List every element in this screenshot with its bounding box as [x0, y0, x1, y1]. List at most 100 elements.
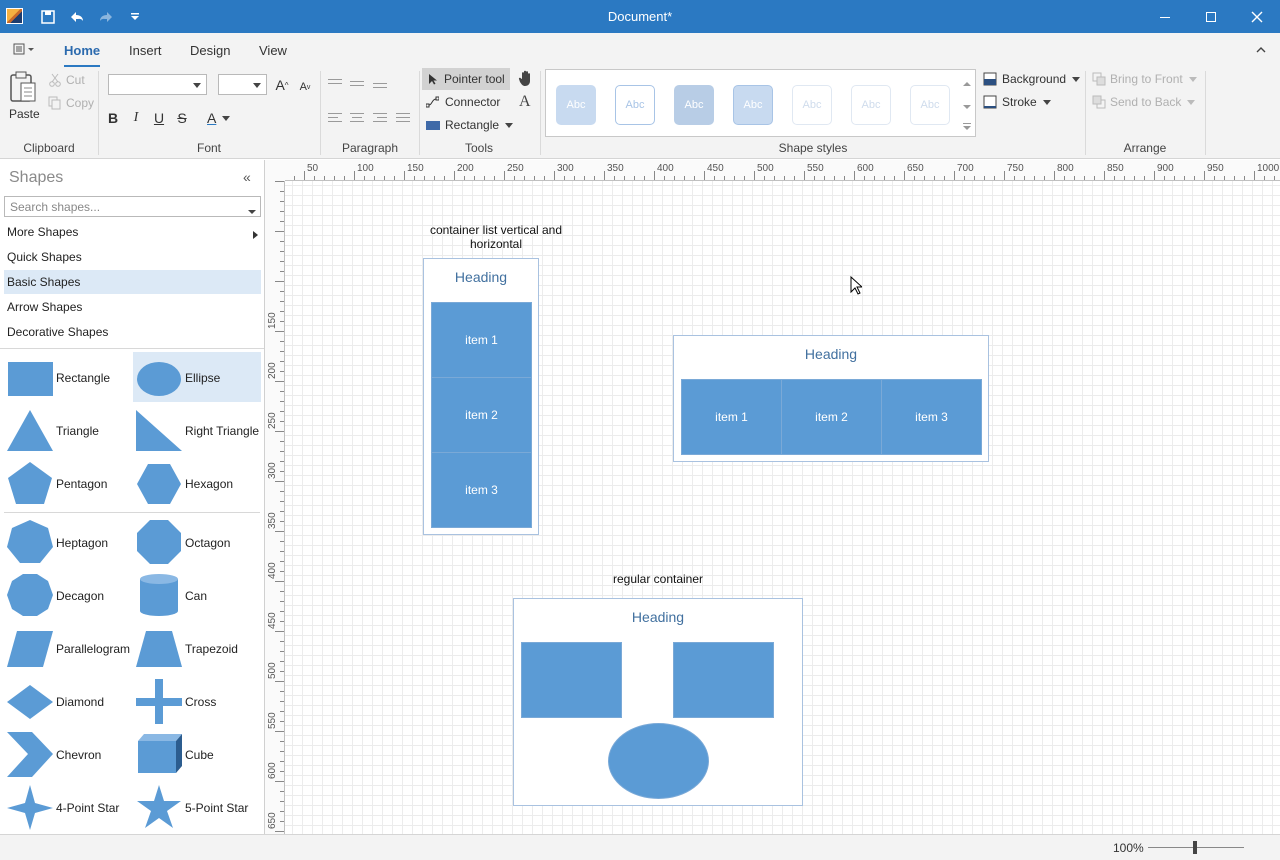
shape-style-swatch[interactable]: Abc [910, 85, 950, 125]
shape-decagon[interactable]: Decagon [4, 570, 132, 620]
list-item[interactable]: item 2 [431, 377, 532, 453]
shape-hexagon[interactable]: Hexagon [133, 458, 261, 508]
vertical-list-container[interactable]: Heading item 1 item 2 item 3 [423, 258, 539, 535]
category-quick-shapes[interactable]: Quick Shapes [4, 245, 261, 269]
shape-triangle[interactable]: Triangle [4, 405, 132, 455]
shape-can[interactable]: Can [133, 570, 261, 620]
close-button[interactable] [1234, 0, 1280, 33]
ruler-label: 600 [267, 762, 278, 779]
list-item[interactable]: item 3 [431, 452, 532, 528]
align-center-icon[interactable] [350, 113, 364, 123]
font-size-combo[interactable] [218, 74, 267, 95]
rectangle-tool-button[interactable]: Rectangle [426, 118, 514, 132]
regular-container[interactable]: Heading [513, 598, 803, 806]
bring-to-front-icon [1092, 72, 1106, 86]
align-top-icon[interactable] [328, 79, 342, 89]
align-right-icon[interactable] [373, 113, 387, 123]
list-item[interactable]: item 1 [681, 379, 782, 455]
ellipse-shape[interactable] [608, 723, 709, 799]
pointer-icon [429, 74, 437, 85]
shrink-font-icon[interactable]: Av [297, 79, 313, 95]
ruler-label: 1000 [1257, 163, 1280, 174]
bring-to-front-button[interactable]: Bring to Front [1092, 72, 1197, 86]
shape-parallelogram[interactable]: Parallelogram [4, 623, 132, 673]
shape-cube[interactable]: Cube [133, 729, 261, 779]
maximize-button[interactable] [1188, 0, 1234, 33]
ruler-label: 650 [267, 812, 278, 829]
shape-octagon[interactable]: Octagon [133, 517, 261, 567]
cut-button[interactable]: Cut [48, 73, 85, 87]
font-color-icon: A [207, 110, 217, 126]
rectangle-shape[interactable] [673, 642, 774, 718]
shape-chevron[interactable]: Chevron [4, 729, 132, 779]
list-item[interactable]: item 2 [781, 379, 882, 455]
stroke-icon [983, 95, 997, 109]
category-basic-shapes[interactable]: Basic Shapes [4, 270, 261, 294]
font-color-button[interactable]: A [207, 110, 237, 126]
horizontal-ruler: 50 100 150 200 250 300 350 400 450 500 550 600 650 70… [285, 160, 1280, 181]
shape-style-swatch[interactable]: Abc [556, 85, 596, 125]
category-decorative-shapes[interactable]: Decorative Shapes [4, 320, 261, 344]
align-middle-icon[interactable] [350, 81, 364, 91]
category-more-shapes[interactable]: More Shapes [4, 220, 261, 244]
gallery-expand-icon[interactable] [963, 120, 971, 134]
zoom-slider-thumb[interactable] [1193, 841, 1197, 854]
gallery-scroll-up-icon[interactable] [963, 76, 971, 90]
rectangle-shape[interactable] [521, 642, 622, 718]
shape-style-swatch[interactable]: Abc [615, 85, 655, 125]
shape-style-swatch[interactable]: Abc [792, 85, 832, 125]
minimize-button[interactable] [1142, 0, 1188, 33]
connector-button[interactable]: Connector [426, 95, 500, 109]
shape-heptagon[interactable]: Heptagon [4, 517, 132, 567]
italic-button[interactable]: I [128, 110, 144, 126]
shape-diamond[interactable]: Diamond [4, 676, 132, 726]
bold-button[interactable]: B [105, 110, 121, 126]
background-button[interactable]: Background [983, 72, 1081, 86]
category-arrow-shapes[interactable]: Arrow Shapes [4, 295, 261, 319]
shape-ellipse[interactable]: Ellipse [133, 352, 261, 402]
ruler-label: 950 [1207, 163, 1224, 174]
search-dropdown-icon[interactable] [248, 204, 256, 218]
horizontal-list-container[interactable]: Heading item 1 item 2 item 3 [673, 335, 989, 462]
font-family-combo[interactable] [108, 74, 207, 95]
gallery-scroll-down-icon[interactable] [963, 99, 971, 113]
heptagon-icon [7, 520, 53, 563]
list-item[interactable]: item 1 [431, 302, 532, 378]
tab-design[interactable]: Design [190, 43, 230, 58]
ruler-label: 300 [557, 163, 574, 174]
shape-style-swatch[interactable]: Abc [674, 85, 714, 125]
search-shapes-input[interactable]: Search shapes... [4, 196, 261, 217]
list-item[interactable]: item 3 [881, 379, 982, 455]
shape-style-swatch[interactable]: Abc [733, 85, 773, 125]
paste-label: Paste [9, 107, 40, 121]
ruler-label: 150 [407, 163, 424, 174]
send-to-back-button[interactable]: Send to Back [1092, 95, 1196, 109]
align-left-icon[interactable] [328, 113, 342, 123]
tab-view[interactable]: View [259, 43, 287, 58]
shape-rectangle[interactable]: Rectangle [4, 352, 132, 402]
pointer-tool-button[interactable]: Pointer tool [422, 68, 510, 90]
copy-button[interactable]: Copy [48, 96, 94, 110]
grow-font-icon[interactable]: A ^ [274, 77, 290, 93]
shape-pentagon[interactable]: Pentagon [4, 458, 132, 508]
pan-hand-icon[interactable] [518, 70, 534, 90]
collapse-panel-icon[interactable]: « [243, 169, 251, 185]
parallelogram-icon [7, 631, 53, 667]
justify-icon[interactable] [396, 113, 410, 123]
shape-trapezoid[interactable]: Trapezoid [133, 623, 261, 673]
shape-right-triangle[interactable]: Right Triangle [133, 405, 261, 455]
file-menu-icon[interactable] [13, 43, 35, 58]
align-bottom-icon[interactable] [373, 83, 387, 93]
collapse-ribbon-icon[interactable] [1256, 43, 1266, 57]
shape-style-swatch[interactable]: Abc [851, 85, 891, 125]
text-tool-icon[interactable]: A [519, 93, 531, 111]
container-caption: container list vertical and horizontal [429, 223, 563, 251]
tab-home[interactable]: Home [64, 43, 101, 67]
shape-cross[interactable]: Cross [133, 676, 261, 726]
shape-5-point-star[interactable]: 5-Point Star [133, 782, 261, 832]
stroke-button[interactable]: Stroke [983, 95, 1051, 109]
tab-insert[interactable]: Insert [129, 43, 162, 58]
shape-4-point-star[interactable]: 4-Point Star [4, 782, 132, 832]
underline-button[interactable]: U [151, 110, 167, 126]
strikethrough-button[interactable]: S [174, 110, 190, 126]
